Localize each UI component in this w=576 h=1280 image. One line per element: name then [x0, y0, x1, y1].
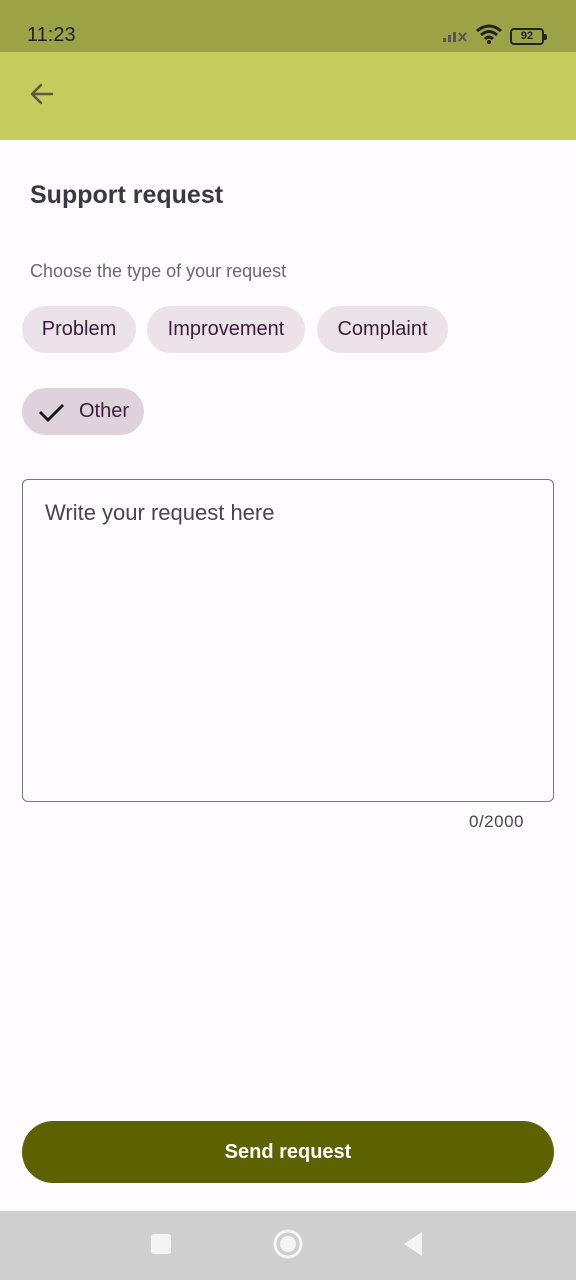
app-bar: [0, 52, 576, 140]
status-icons: 92: [442, 24, 547, 49]
send-request-button[interactable]: Send request: [22, 1121, 554, 1183]
chip-complaint[interactable]: Complaint: [317, 306, 448, 353]
arrow-back-icon: [28, 80, 56, 113]
battery-icon: 92: [510, 27, 547, 45]
chip-label: Complaint: [337, 318, 428, 340]
home-icon: [272, 1228, 304, 1265]
support-request-screen: 11:23 92 Support request Choose the type…: [0, 0, 576, 1280]
recents-button[interactable]: [143, 1228, 179, 1264]
status-bar: 11:23 92: [0, 0, 576, 52]
chip-label: Improvement: [167, 318, 285, 340]
chip-label: Other: [78, 400, 130, 422]
chip-problem[interactable]: Problem: [22, 306, 136, 353]
home-button[interactable]: [270, 1228, 306, 1264]
nav-back-button[interactable]: [395, 1228, 431, 1264]
character-counter: 0/2000: [469, 812, 524, 831]
wifi-icon: [476, 24, 502, 49]
back-triangle-icon: [400, 1230, 426, 1263]
page-title: Support request: [30, 181, 224, 209]
system-nav-bar: [0, 1211, 576, 1280]
battery-level: 92: [520, 30, 534, 42]
status-time: 11:23: [27, 24, 76, 46]
chip-improvement[interactable]: Improvement: [147, 306, 305, 353]
chip-label: Problem: [41, 318, 117, 340]
check-icon: [37, 398, 65, 426]
request-type-label: Choose the type of your request: [30, 261, 287, 281]
request-text-field: [22, 479, 554, 802]
signal-icon: [442, 25, 468, 48]
recents-icon: [149, 1232, 173, 1261]
chip-other[interactable]: Other: [22, 388, 144, 435]
back-button[interactable]: [22, 76, 62, 116]
send-request-label: Send request: [224, 1140, 352, 1163]
request-input[interactable]: [23, 480, 553, 801]
